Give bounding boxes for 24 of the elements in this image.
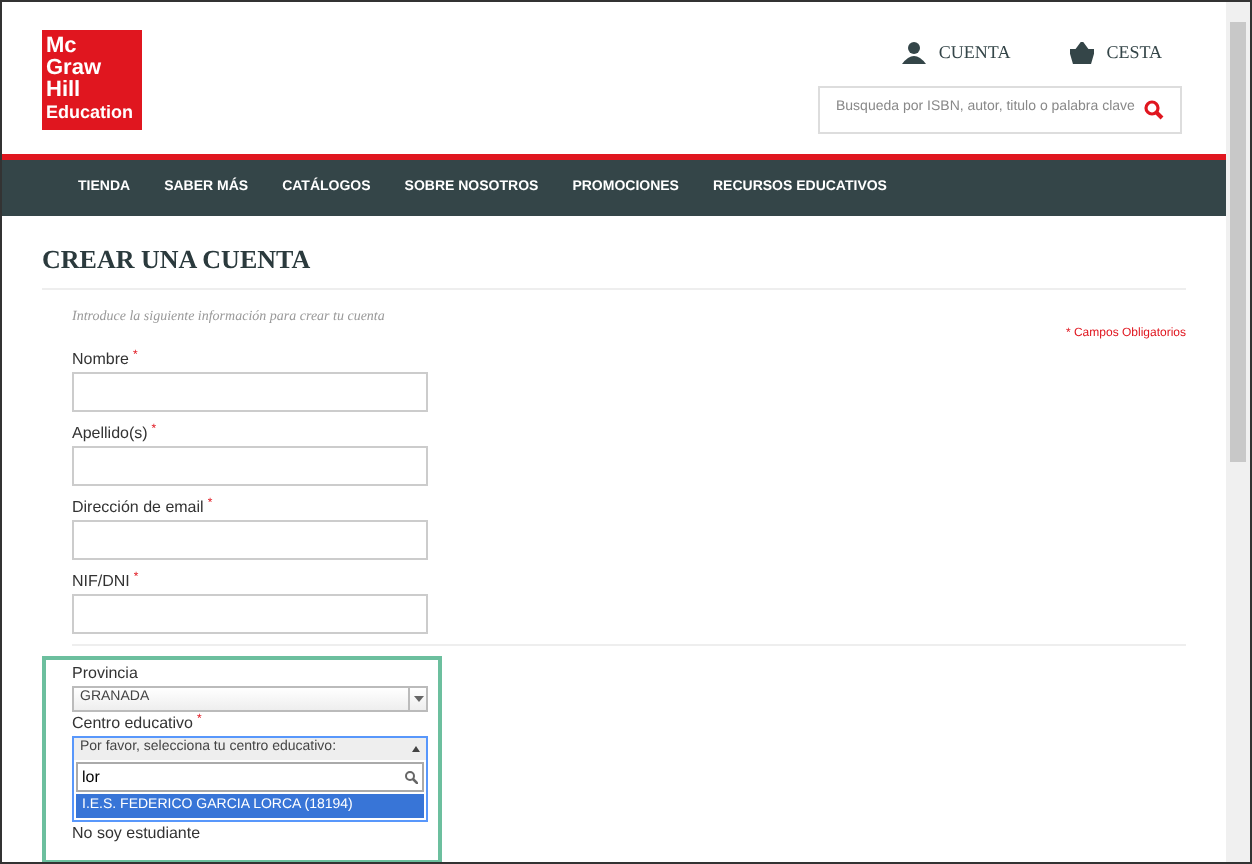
text-field[interactable] xyxy=(72,446,428,486)
text-field[interactable] xyxy=(72,372,428,412)
page-title: CREAR UNA CUENTA xyxy=(42,240,1186,289)
cart-link[interactable]: CESTA xyxy=(1070,40,1162,67)
caret-icon xyxy=(412,746,420,752)
field-label: Apellido(s) xyxy=(72,424,148,444)
text-field[interactable] xyxy=(72,594,428,634)
search-icon[interactable] xyxy=(1144,99,1164,119)
account-link[interactable]: CUENTA xyxy=(902,40,1011,67)
field-label: NIF/DNI xyxy=(72,572,130,592)
user-icon xyxy=(902,42,927,65)
dropdown-search-field[interactable]: lor xyxy=(76,762,424,792)
scrollbar-thumb[interactable] xyxy=(1230,22,1246,462)
dropdown-search-input[interactable]: lor xyxy=(82,765,382,789)
caret-icon xyxy=(413,696,423,702)
text-field[interactable] xyxy=(72,520,428,560)
field-label: Centro educativo xyxy=(72,714,193,734)
search-icon xyxy=(404,770,418,784)
field-label: No soy estudiante xyxy=(72,824,203,842)
field-label: Nombre xyxy=(72,350,129,370)
field-label: Dirección de email xyxy=(72,498,204,518)
basket-icon xyxy=(1070,42,1095,65)
logo[interactable]: Mc Graw Hill Education xyxy=(42,30,142,130)
field-label: Provincia xyxy=(72,664,138,684)
